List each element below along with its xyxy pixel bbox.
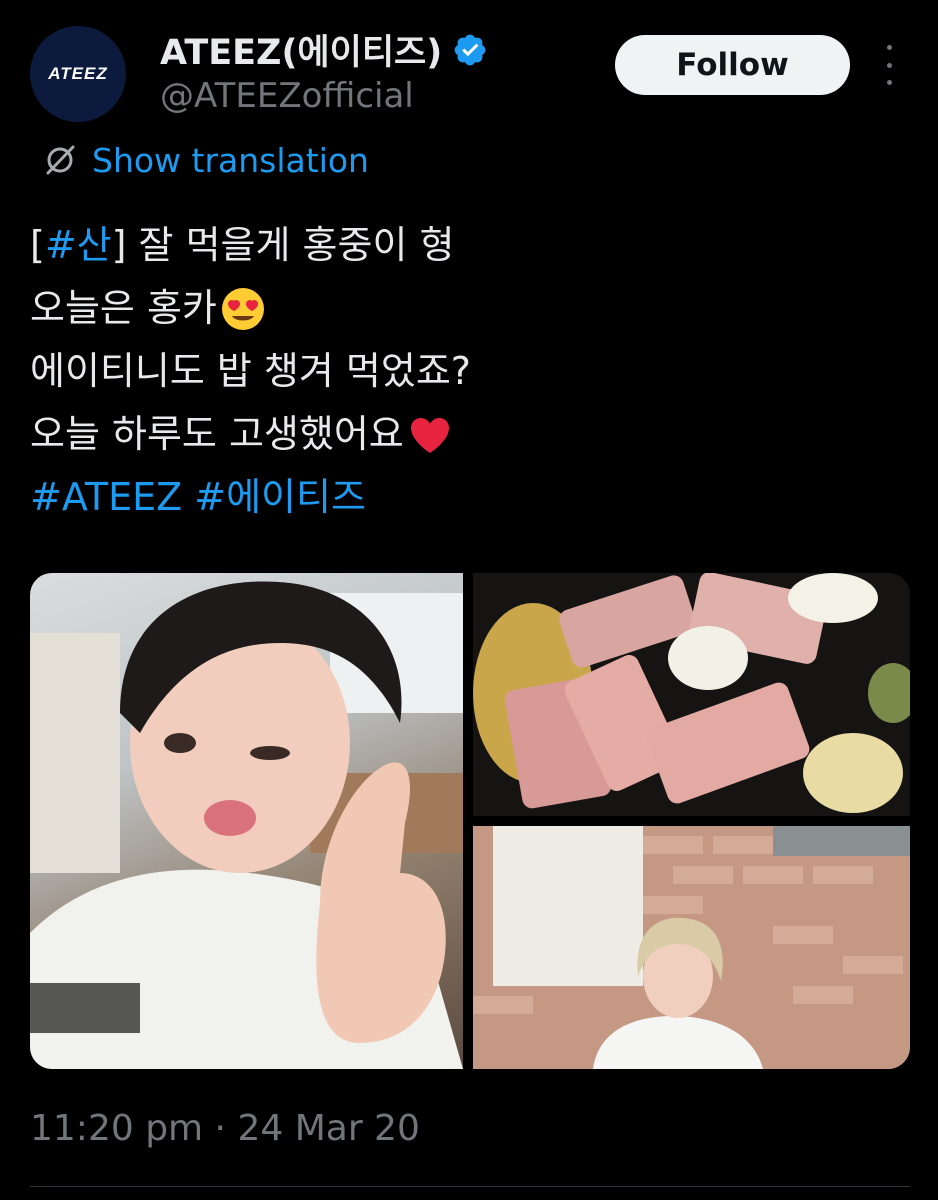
media-grid [30, 573, 910, 1069]
show-translation-label: Show translation [92, 140, 369, 180]
display-name[interactable]: ATEEZ(에이티즈) [160, 24, 488, 75]
tweet-line-5: #ATEEZ #에이티즈 [30, 466, 910, 529]
tweet-line-1: [#산] 잘 먹을게 홍중이 형 [30, 214, 910, 277]
hashtag-san[interactable]: #산 [45, 214, 112, 277]
photo-selfie[interactable] [30, 573, 463, 1069]
tweet-text: [#산] 잘 먹을게 홍중이 형 오늘은 홍카 에이티니도 밥 챙겨 먹었죠? … [30, 214, 910, 529]
tweet-line-2: 오늘은 홍카 [30, 277, 910, 340]
tweet-line-1-text: ] 잘 먹을게 홍중이 형 [111, 223, 455, 267]
tweet-line-3-text: 에이티니도 밥 챙겨 먹었죠? [30, 349, 471, 393]
tweet-line-2-text: 오늘은 홍카 [30, 286, 217, 330]
tweet-timestamp[interactable]: 11:20 pm · 24 Mar 20 [30, 1108, 420, 1149]
tweet-bracket-open: [ [30, 223, 45, 267]
photo-food[interactable] [473, 573, 910, 816]
photo-seated[interactable] [473, 826, 910, 1069]
globe-translate-icon [46, 145, 75, 175]
hashtag-ateez-korean[interactable]: #에이티즈 [194, 466, 366, 529]
tweet-line-4-text: 오늘 하루도 고생했어요 [30, 412, 404, 456]
photo-food-art [473, 573, 910, 816]
more-dot [886, 45, 892, 50]
red-heart-emoji-icon [410, 417, 449, 453]
heart-eyes-emoji-icon [221, 287, 264, 330]
account-handle[interactable]: @ATEEZofficial [160, 76, 414, 116]
divider [30, 1186, 910, 1187]
photo-seated-art [473, 826, 910, 1069]
more-dot [886, 80, 892, 85]
more-vertical-icon[interactable] [880, 45, 898, 85]
verified-badge-icon [454, 34, 486, 65]
show-translation-link[interactable]: Show translation [40, 140, 369, 180]
follow-button[interactable]: Follow [615, 35, 850, 95]
avatar[interactable]: ATEEZ [30, 26, 126, 122]
tweet-line-4: 오늘 하루도 고생했어요 [30, 403, 910, 466]
avatar-logo: ATEEZ [48, 64, 108, 83]
photo-selfie-art [30, 581, 463, 1069]
tweet-page: ATEEZ ATEEZ(에이티즈) @ATEEZofficial Follow … [0, 0, 938, 1200]
tweet-line-3: 에이티니도 밥 챙겨 먹었죠? [30, 340, 910, 403]
more-dot [886, 62, 892, 68]
hashtag-ateez[interactable]: #ATEEZ [30, 466, 182, 529]
display-name-text: ATEEZ(에이티즈) [160, 33, 443, 73]
